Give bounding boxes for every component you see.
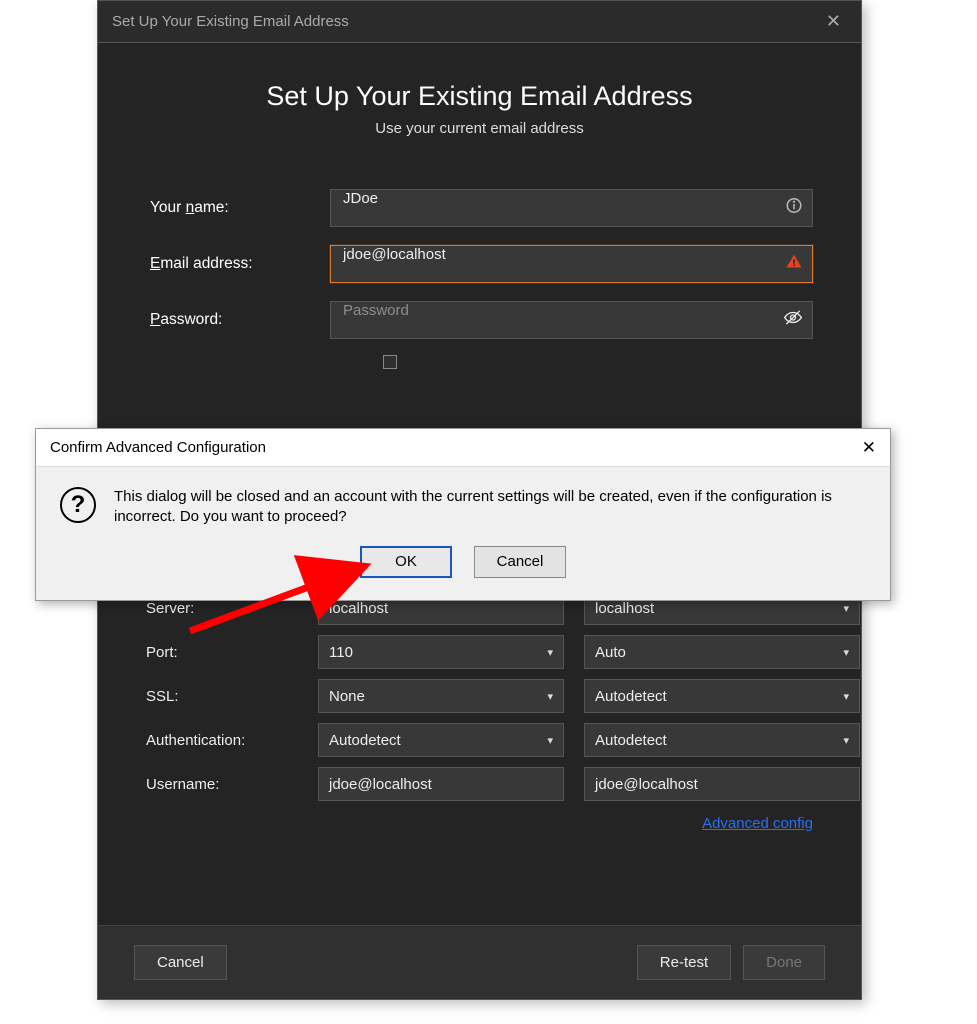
close-icon[interactable]: ✕: [820, 7, 847, 36]
outgoing-port-select[interactable]: Auto▾: [584, 635, 860, 669]
outgoing-ssl-select[interactable]: Autodetect▾: [584, 679, 860, 713]
info-icon[interactable]: [785, 197, 803, 220]
incoming-username-input[interactable]: jdoe@localhost: [318, 767, 564, 801]
chevron-down-icon: ▾: [843, 646, 849, 659]
done-button[interactable]: Done: [743, 945, 825, 980]
outgoing-auth-select[interactable]: Autodetect▾: [584, 723, 860, 757]
port-label: Port:: [146, 644, 298, 661]
advanced-config-link[interactable]: Advanced config: [702, 815, 813, 832]
username-label: Username:: [146, 776, 298, 793]
show-password-icon[interactable]: [783, 308, 803, 333]
auth-label: Authentication:: [146, 732, 298, 749]
confirm-title: Confirm Advanced Configuration: [50, 439, 266, 456]
chevron-down-icon: ▾: [843, 690, 849, 703]
chevron-down-icon: ▾: [843, 734, 849, 747]
cancel-button[interactable]: Cancel: [474, 546, 566, 578]
retest-button[interactable]: Re-test: [637, 945, 731, 980]
close-icon[interactable]: ✕: [862, 438, 876, 458]
password-input[interactable]: Password: [330, 301, 813, 339]
bottom-bar: Cancel Re-test Done: [98, 925, 861, 999]
server-label: Server:: [146, 600, 298, 617]
confirm-dialog: Confirm Advanced Configuration ✕ ? This …: [35, 428, 891, 601]
ok-button[interactable]: OK: [360, 546, 452, 578]
outgoing-username-input[interactable]: jdoe@localhost: [584, 767, 860, 801]
ssl-label: SSL:: [146, 688, 298, 705]
chevron-down-icon: ▾: [547, 734, 553, 747]
email-label: Email address:: [150, 255, 330, 273]
page-title: Set Up Your Existing Email Address: [118, 81, 841, 112]
warning-icon: [785, 253, 803, 276]
chevron-down-icon: ▾: [547, 690, 553, 703]
password-label: Password:: [150, 311, 330, 329]
incoming-auth-select[interactable]: Autodetect▾: [318, 723, 564, 757]
incoming-ssl-select[interactable]: None▾: [318, 679, 564, 713]
question-icon: ?: [60, 487, 96, 523]
titlebar: Set Up Your Existing Email Address ✕: [98, 1, 861, 43]
chevron-down-icon: ▾: [547, 646, 553, 659]
email-input[interactable]: jdoe@localhost: [330, 245, 813, 283]
cancel-button[interactable]: Cancel: [134, 945, 227, 980]
page-subtitle: Use your current email address: [118, 120, 841, 137]
window-title: Set Up Your Existing Email Address: [112, 13, 349, 30]
name-input[interactable]: JDoe: [330, 189, 813, 227]
remember-password-row: [383, 353, 813, 371]
chevron-down-icon: ▾: [843, 602, 849, 615]
incoming-port-select[interactable]: 110▾: [318, 635, 564, 669]
name-label: Your name:: [150, 199, 330, 217]
remember-password-checkbox[interactable]: [383, 355, 397, 369]
confirm-message: This dialog will be closed and an accoun…: [114, 487, 866, 528]
